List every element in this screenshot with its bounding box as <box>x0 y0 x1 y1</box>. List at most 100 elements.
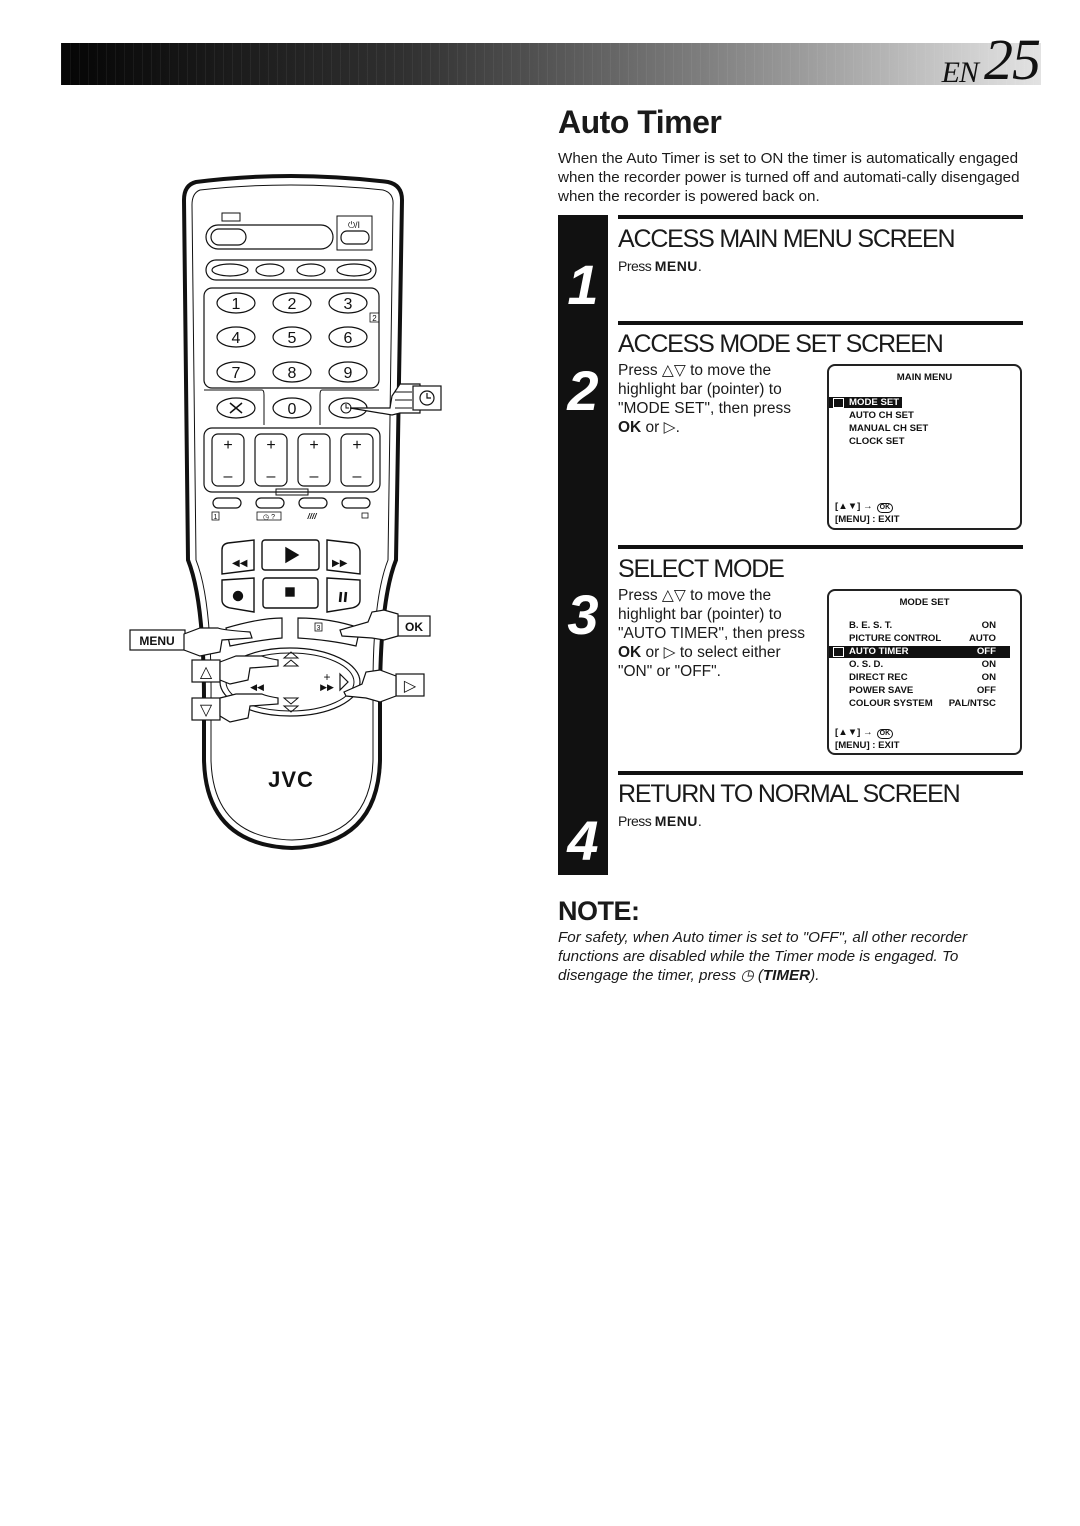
step-2-heading: ACCESS MODE SET SCREEN <box>618 330 944 358</box>
osd-item-osd: O. S. D. ON <box>829 659 1020 671</box>
osd-nav-hint: [▲▼] → OK <box>835 727 894 739</box>
step-1-instruction: Press MENU. <box>618 258 702 274</box>
pointer-icon <box>833 398 844 408</box>
mode-set-screen: MODE SET B. E. S. T. ON PICTURE CONTROL AU… <box>827 589 1022 755</box>
osd-item-label: AUTO TIMER <box>849 646 909 657</box>
period: . <box>697 258 702 274</box>
osd-item-manual-ch-set: MANUAL CH SET <box>829 423 1020 435</box>
step-2-number: 2 <box>567 359 599 422</box>
osd-item-value: ON <box>981 620 996 631</box>
power-label: ⏻/I <box>348 220 360 230</box>
osd-nav-hint: [▲▼] → OK <box>835 501 894 513</box>
osd-item-mode-set: MODE SET <box>829 397 1020 409</box>
osd-exit-hint: [MENU] : EXIT <box>835 740 900 751</box>
timer-icon: ◷ <box>740 967 754 984</box>
step-3-heading: SELECT MODE <box>618 555 785 583</box>
svg-text:◀◀: ◀◀ <box>232 558 248 569</box>
osd-item-auto-ch-set: AUTO CH SET <box>829 410 1020 422</box>
osd-item-value: ON <box>981 672 996 683</box>
note-text: For safety, when Auto timer is set to "O… <box>558 929 968 984</box>
nav-arrows: [▲▼] → <box>835 727 873 738</box>
svg-text:7: 7 <box>232 365 241 382</box>
svg-text:+: + <box>266 437 275 454</box>
step-3-instruction: Press △▽ to move the highlight bar (poin… <box>618 586 818 681</box>
step-3-number: 3 <box>567 583 599 646</box>
instruction-text: Press △▽ to move the highlight bar (poin… <box>618 362 791 417</box>
osd-item-value: ON <box>981 659 996 670</box>
svg-text:6: 6 <box>344 330 353 347</box>
svg-text:1: 1 <box>232 296 241 313</box>
step-1-heading: ACCESS MAIN MENU SCREEN <box>618 225 956 253</box>
osd-item-power-save: POWER SAVE OFF <box>829 685 1020 697</box>
osd-item-auto-timer: AUTO TIMER OFF <box>829 646 1010 658</box>
instruction-text: or ▷. <box>641 419 680 436</box>
svg-text:+: + <box>309 437 318 454</box>
svg-text:+: + <box>352 437 361 454</box>
language-code: EN <box>941 56 979 89</box>
osd-item-value: AUTO <box>968 633 996 644</box>
osd-item-label: POWER SAVE <box>849 685 914 696</box>
press-text: Press <box>618 258 652 274</box>
svg-text:3: 3 <box>344 296 353 313</box>
step-3-rule <box>618 545 1023 549</box>
osd-item-direct-rec: DIRECT REC ON <box>829 672 1020 684</box>
svg-text:1: 1 <box>214 514 218 521</box>
svg-text:////: //// <box>307 512 318 521</box>
menu-key-label: MENU <box>654 258 698 274</box>
osd-item-label: O. S. D. <box>849 659 884 670</box>
osd-title: MAIN MENU <box>896 372 953 383</box>
step-1-rule <box>618 215 1023 219</box>
press-text: Press <box>618 813 652 829</box>
svg-text:–: – <box>353 468 362 485</box>
jvc-logo: JVC <box>268 767 314 792</box>
step-4-instruction: Press MENU. <box>618 813 702 829</box>
osd-item-label: CLOCK SET <box>849 436 905 447</box>
svg-text:9: 9 <box>344 365 353 382</box>
svg-text:OK: OK <box>405 620 423 634</box>
svg-text:+: + <box>223 437 232 454</box>
svg-text:▷: ▷ <box>404 678 417 695</box>
osd-item-label: AUTO CH SET <box>849 410 914 421</box>
svg-text:▽: ▽ <box>200 702 213 719</box>
svg-text:–: – <box>267 468 276 485</box>
step-2-rule <box>618 321 1023 325</box>
svg-text:◷ ?: ◷ ? <box>263 514 275 521</box>
osd-item-value: OFF <box>976 646 996 657</box>
svg-text:+: + <box>323 670 330 684</box>
svg-text:4: 4 <box>232 330 241 347</box>
ok-key-label: OK <box>618 644 642 661</box>
osd-item-clock-set: CLOCK SET <box>829 436 1020 448</box>
svg-text:3: 3 <box>317 625 321 632</box>
page-number-value: 25 <box>984 27 1041 92</box>
ok-icon: OK <box>876 503 894 513</box>
osd-item-label: PICTURE CONTROL <box>849 633 942 644</box>
osd-item-value: PAL/NTSC <box>948 698 996 709</box>
ok-icon: OK <box>876 729 894 739</box>
svg-text:◀◀: ◀◀ <box>250 682 264 692</box>
main-menu-screen: MAIN MENU MODE SET AUTO CH SET MANUAL CH… <box>827 364 1022 530</box>
page-title: Auto Timer <box>558 104 722 140</box>
step-1-number: 1 <box>567 253 599 316</box>
svg-text:△: △ <box>200 664 213 681</box>
svg-text:8: 8 <box>288 365 297 382</box>
note-end: ). <box>810 967 820 984</box>
remote-control-illustration: ⏻/I 2 1 2 3 4 5 6 7 8 9 0 + – + – + – + – 1 … <box>129 174 442 851</box>
note-heading: NOTE: <box>558 896 640 926</box>
intro-paragraph: When the Auto Timer is set to ON the tim… <box>558 150 1020 205</box>
svg-text:0: 0 <box>288 401 297 418</box>
timer-key-label: TIMER <box>762 967 811 984</box>
svg-text:–: – <box>310 468 319 485</box>
svg-text:–: – <box>224 468 233 485</box>
instruction-text: or ▷ to select either "ON" or "OFF". <box>618 644 781 680</box>
number-keypad: 1 2 3 4 5 6 7 8 9 <box>216 292 368 383</box>
svg-text:2: 2 <box>288 296 297 313</box>
osd-item-colour-system: COLOUR SYSTEM PAL/NTSC <box>829 698 1020 710</box>
osd-title: MODE SET <box>899 597 950 608</box>
step-4-heading: RETURN TO NORMAL SCREEN <box>618 780 961 808</box>
svg-text:▶▶: ▶▶ <box>332 558 348 569</box>
step-4-rule <box>618 771 1023 775</box>
instruction-text: Press △▽ to move the highlight bar (poin… <box>618 587 806 642</box>
osd-item-best: B. E. S. T. ON <box>829 620 1020 632</box>
page-number: EN 25 <box>941 27 1041 92</box>
ok-key-label: OK <box>618 419 642 436</box>
